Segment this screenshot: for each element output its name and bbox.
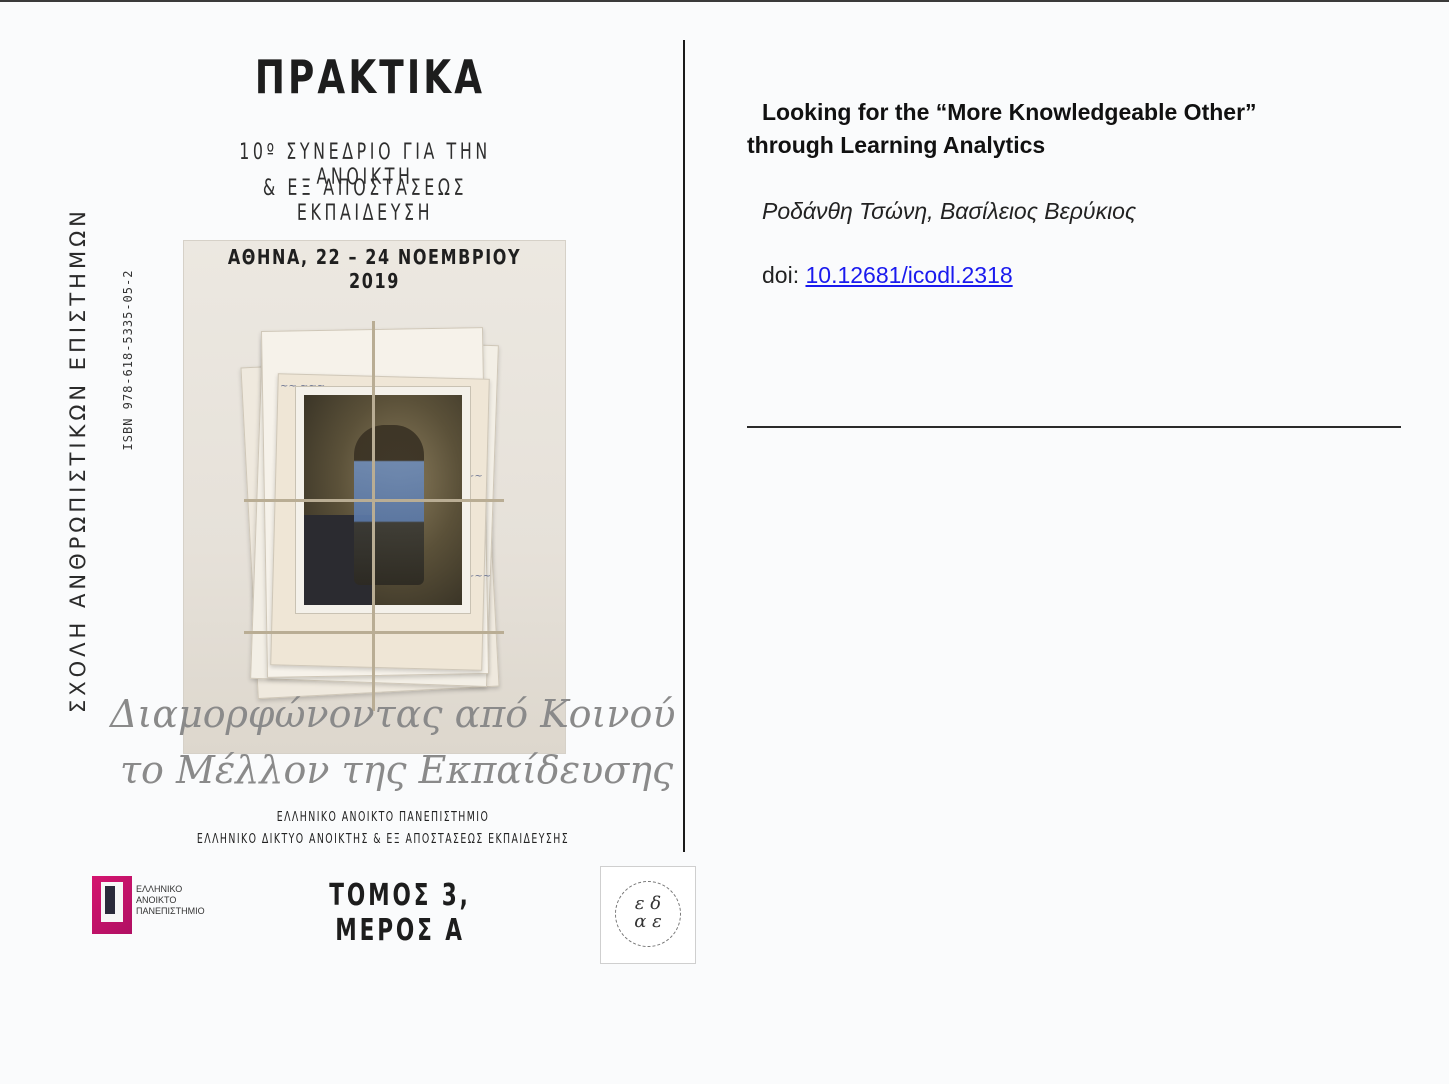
twine — [244, 499, 504, 502]
cover-subtitle-line2: & ΕΞ ΑΠΟΣΤΑΣΕΩΣ ΕΚΠΑΙΔΕΥΣΗ — [262, 176, 468, 226]
twine — [244, 631, 504, 634]
article-title: Looking for the “More Knowledgeable Othe… — [747, 96, 1387, 162]
publisher-line1: ΕΛΛΗΝΙΚΟ ΑΝΟΙΚΤΟ ΠΑΝΕΠΙΣΤΗΜΙΟ — [276, 810, 490, 825]
article-title-line1: Looking for the “More Knowledgeable Othe… — [762, 99, 1257, 125]
cover-photo: ΑΘΗΝΑ, 22 – 24 ΝΟΕΜΒΡΙΟΥ 2019 ~~ ~~ ~ ~~ … — [183, 240, 566, 754]
cover-title: ΠΡΑΚΤΙΚΑ — [254, 50, 486, 104]
doi-label: doi: — [762, 262, 806, 288]
proceedings-cover: ΠΡΑΚΤΙΚΑ 10º ΣΥΝΕΔΡΙΟ ΓΙΑ ΤΗΝ ΑΝΟΙΚΤΗ & … — [0, 0, 700, 1000]
edae-logo: ε δ α ε — [600, 866, 696, 964]
article-title-line2: through Learning Analytics — [747, 132, 1046, 158]
doi-line: doi: 10.12681/icodl.2318 — [762, 262, 1013, 289]
cover-theme-line2: το Μέλλον της Εκπαίδευσης — [120, 748, 674, 792]
eap-logo-mark — [92, 876, 132, 934]
eap-logo: ΕΛΛΗΝΙΚΟ ΑΝΟΙΚΤΟ ΠΑΝΕΠΙΣΤΗΜΙΟ — [92, 872, 222, 936]
letters-stack-illustration: ~~ ~~~ ~~ ~~~ — [240, 321, 504, 711]
volume-label: ΤΟΜΟΣ 3, ΜΕΡΟΣ Α — [329, 878, 471, 948]
article-authors: Ροδάνθη Τσώνη, Βασίλειος Βερύκιος — [762, 198, 1137, 224]
eap-logo-text: ΕΛΛΗΝΙΚΟ ΑΝΟΙΚΤΟ ΠΑΝΕΠΙΣΤΗΜΙΟ — [136, 884, 205, 916]
twine — [372, 321, 375, 711]
edae-logo-glyphs: ε δ α ε — [634, 893, 662, 932]
vertical-school-name: ΣΧΟΛΗ ΑΝΘΡΩΠΙΣΤΙΚΩΝ ΕΠΙΣΤΗΜΩΝ — [66, 207, 90, 713]
horizontal-divider — [747, 426, 1401, 428]
cover-theme-line1: Διαμορφώνοντας από Κοινού — [110, 692, 676, 736]
vertical-isbn: ISBN 978-618-5335-05-2 — [121, 269, 135, 451]
cover-date-place: ΑΘΗΝΑ, 22 – 24 ΝΟΕΜΒΡΙΟΥ 2019 — [227, 245, 522, 293]
vertical-divider — [683, 40, 685, 852]
painting-figure — [354, 425, 424, 585]
doi-link[interactable]: 10.12681/icodl.2318 — [805, 262, 1012, 288]
publisher-line2: ΕΛΛΗΝΙΚΟ ΔΙΚΤΥΟ ΑΝΟΙΚΤΗΣ & ΕΞ ΑΠΟΣΤΑΣΕΩΣ… — [196, 832, 570, 847]
